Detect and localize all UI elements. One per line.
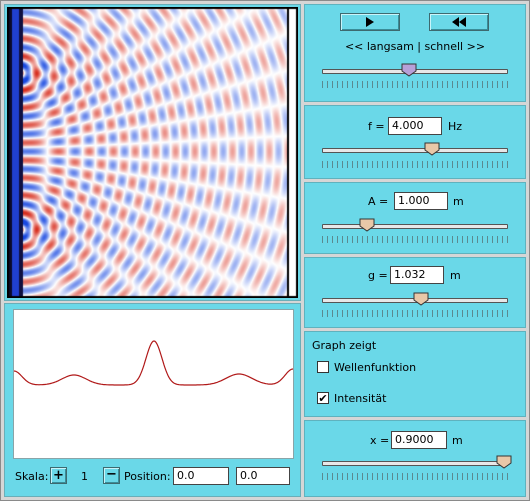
applet-window: Skala: + 1 − Position: 0.0 0.0 << langsa… [0, 0, 530, 501]
wave-function-label: Wellenfunktion [334, 361, 417, 374]
frequency-field[interactable]: 4.000 [388, 117, 442, 135]
scale-decrease-button[interactable]: − [103, 467, 120, 484]
frequency-label: f = [368, 120, 385, 133]
rewind-icon [452, 17, 466, 27]
speed-panel: << langsam | schnell >> [304, 4, 526, 102]
scale-value: 1 [81, 470, 88, 483]
plus-icon: + [53, 468, 64, 483]
wave-field-canvas [7, 7, 298, 298]
gap-slider-thumb[interactable] [413, 292, 429, 306]
gap-unit: m [450, 269, 461, 282]
rewind-button[interactable] [429, 13, 489, 31]
minus-icon: − [106, 467, 117, 482]
position-field-2[interactable]: 0.0 [236, 467, 290, 485]
option-intensity[interactable]: ✔ Intensität [317, 392, 497, 406]
play-icon [366, 17, 374, 27]
amplitude-slider-ticks [322, 236, 508, 243]
amplitude-slider-track[interactable] [322, 224, 508, 229]
intensity-label: Intensität [334, 392, 387, 405]
intensity-curve [14, 340, 293, 386]
speed-slider-thumb[interactable] [401, 63, 417, 77]
position-x-slider-ticks [322, 473, 508, 480]
amplitude-label: A = [368, 195, 389, 208]
position-x-label: x = [370, 434, 390, 447]
frequency-slider-track[interactable] [322, 148, 508, 153]
speed-slider-ticks [322, 81, 508, 88]
graph-mode-title: Graph zeigt [312, 339, 377, 352]
position-x-field[interactable]: 0.9000 [391, 431, 447, 449]
amplitude-unit: m [453, 195, 464, 208]
frequency-unit: Hz [448, 120, 463, 133]
frequency-slider-ticks [322, 161, 508, 168]
intensity-graph-svg [14, 340, 293, 386]
play-button[interactable] [340, 13, 400, 31]
amplitude-slider-thumb[interactable] [359, 218, 375, 232]
speed-label: << langsam | schnell >> [344, 40, 486, 53]
gap-label: g = [368, 269, 388, 282]
position-x-unit: m [452, 434, 463, 447]
wave-simulation-panel [4, 4, 301, 301]
gap-field[interactable]: 1.032 [390, 266, 444, 284]
intensity-graph [13, 309, 294, 459]
amplitude-panel: A = 1.000 m [304, 182, 526, 254]
gap-panel: g = 1.032 m [304, 257, 526, 328]
graph-mode-panel: Graph zeigt Wellenfunktion ✔ Intensität [304, 331, 526, 417]
intensity-checkbox[interactable]: ✔ [317, 392, 329, 404]
frequency-slider-thumb[interactable] [424, 142, 440, 156]
scale-label: Skala: [15, 470, 49, 483]
option-wave-function[interactable]: Wellenfunktion [317, 361, 497, 375]
position-field-1[interactable]: 0.0 [173, 467, 229, 485]
gap-slider-ticks [322, 310, 508, 317]
position-x-panel: x = 0.9000 m [304, 420, 526, 497]
position-x-slider-track[interactable] [322, 461, 508, 466]
frequency-panel: f = 4.000 Hz [304, 105, 526, 179]
scale-increase-button[interactable]: + [50, 467, 67, 484]
amplitude-field[interactable]: 1.000 [394, 192, 448, 210]
position-label: Position: [124, 470, 171, 483]
position-x-slider-thumb[interactable] [496, 455, 512, 469]
graph-panel: Skala: + 1 − Position: 0.0 0.0 [4, 303, 301, 497]
wave-function-checkbox[interactable] [317, 361, 329, 373]
